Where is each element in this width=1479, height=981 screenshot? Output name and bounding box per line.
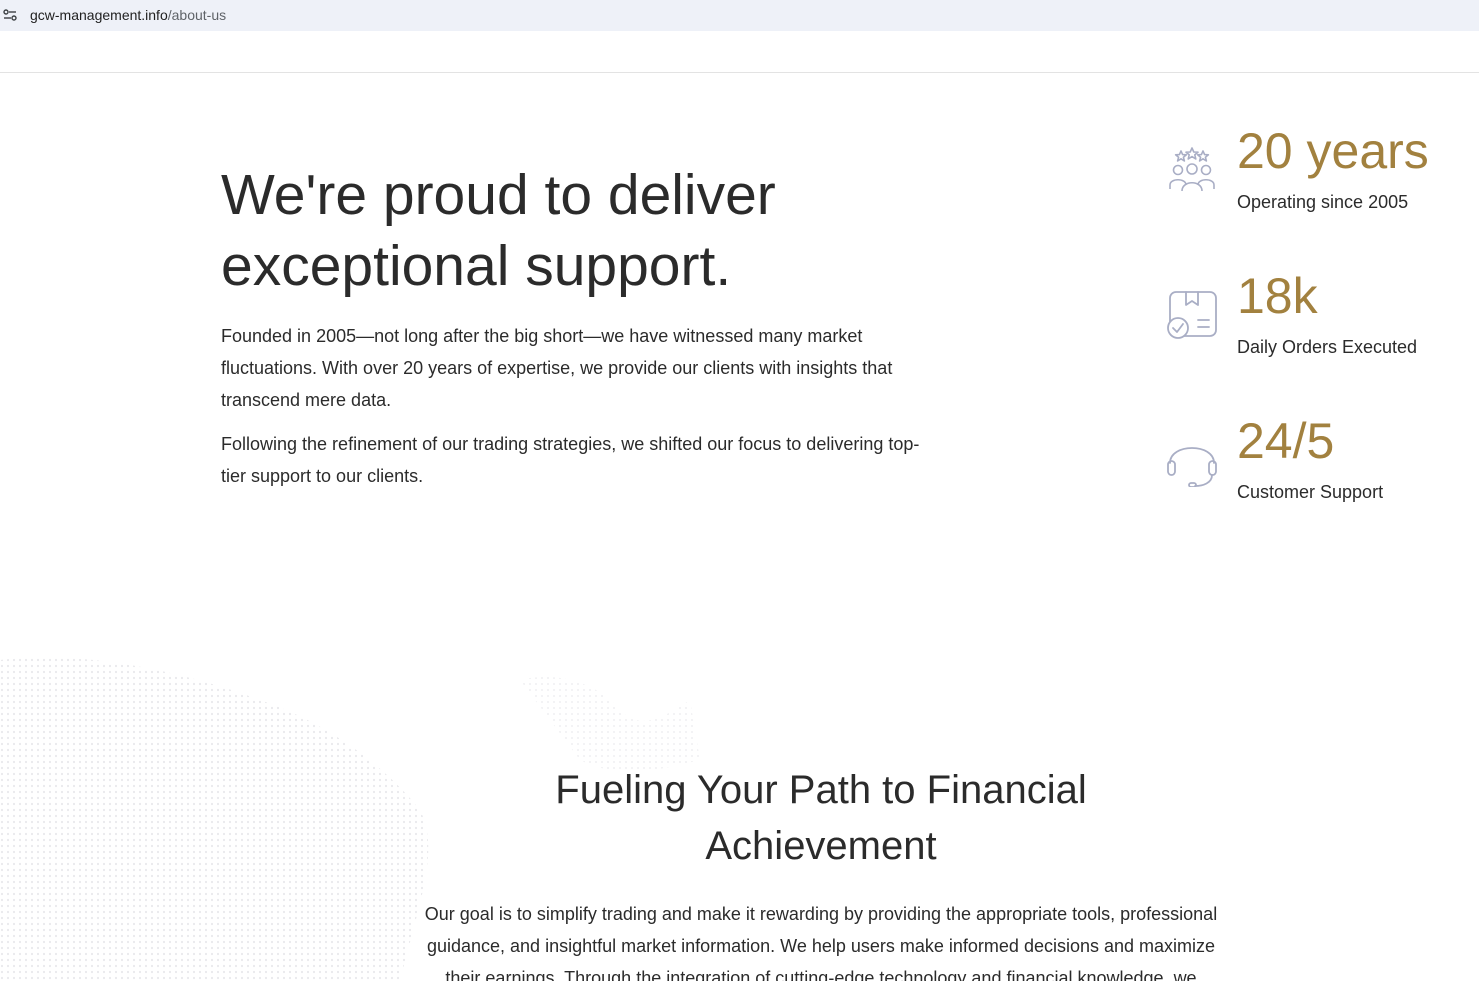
stat-label: Customer Support bbox=[1237, 482, 1384, 502]
stat-value: 18k bbox=[1237, 268, 1318, 324]
mission-section: Fueling Your Path to Financial Achieveme… bbox=[0, 640, 1479, 981]
browser-address-bar[interactable]: gcw-management.info/about-us bbox=[0, 0, 1479, 31]
site-info-icon[interactable] bbox=[3, 8, 17, 22]
stat-operating-years: 20 years Operating since 2005 bbox=[1165, 123, 1465, 243]
hero-paragraph-founded: Founded in 2005—not long after the big s… bbox=[221, 326, 893, 410]
order-box-check-icon bbox=[1165, 288, 1219, 342]
stat-customer-support: 24/5 Customer Support bbox=[1165, 413, 1465, 533]
headset-icon bbox=[1165, 433, 1219, 488]
stat-label: Operating since 2005 bbox=[1237, 192, 1409, 212]
stat-daily-orders: 18k Daily Orders Executed bbox=[1165, 268, 1465, 388]
hero-title: We're proud to deliver exceptional suppo… bbox=[221, 163, 776, 298]
page: gcw-management.info/about-us We're proud… bbox=[0, 0, 1479, 981]
site-header bbox=[0, 31, 1479, 73]
team-stars-icon bbox=[1165, 145, 1219, 199]
stat-label: Daily Orders Executed bbox=[1237, 337, 1418, 357]
url-path: /about-us bbox=[167, 7, 227, 23]
url-domain: gcw-management.info bbox=[30, 7, 168, 23]
hero-paragraph-support: Following the refinement of our trading … bbox=[221, 434, 920, 486]
stat-value: 20 years bbox=[1237, 123, 1429, 179]
url-text[interactable]: gcw-management.info/about-us bbox=[30, 7, 226, 23]
mission-text: Our goal is to simplify trading and make… bbox=[424, 904, 1218, 981]
mission-title: Fueling Your Path to Financial Achieveme… bbox=[555, 768, 1087, 868]
stat-value: 24/5 bbox=[1237, 413, 1335, 469]
